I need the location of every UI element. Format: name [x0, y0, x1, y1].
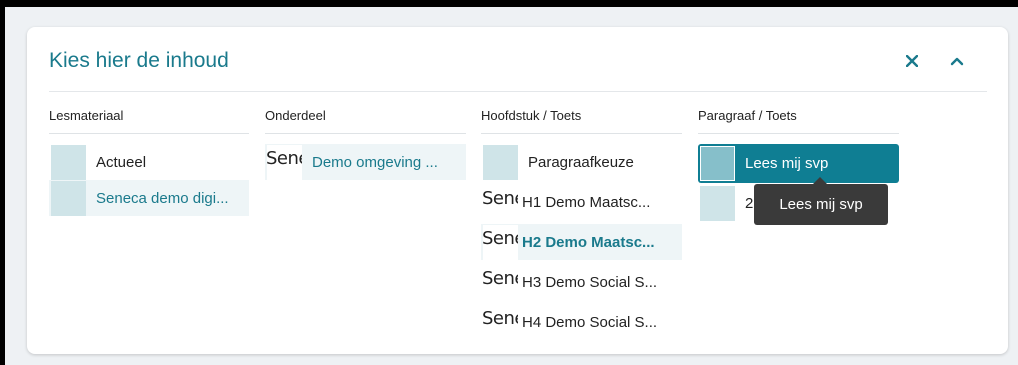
list-item[interactable]: Sene H1 Demo Maatsc... — [481, 184, 682, 220]
close-icon — [906, 55, 918, 67]
item-label: Demo omgeving ... — [312, 153, 438, 171]
item-thumbnail — [483, 144, 518, 180]
column-header: Onderdeel — [265, 107, 466, 134]
item-thumbnail — [51, 180, 86, 216]
column-onderdeel: Onderdeel Sene Demo omgeving ... — [265, 107, 466, 184]
item-thumbnail — [51, 144, 86, 180]
chevron-up-icon — [950, 57, 964, 66]
header-divider — [49, 91, 987, 92]
list-item[interactable]: Sene H4 Demo Social S... — [481, 304, 682, 340]
panel-title: Kies hier de inhoud — [49, 49, 229, 72]
column-lesmateriaal: Lesmateriaal Actueel Seneca demo digi... — [49, 107, 249, 220]
column-header: Paragraaf / Toets — [698, 107, 899, 134]
column-hoofdstuk: Hoofdstuk / Toets Paragraafkeuze Sene H1… — [481, 107, 682, 344]
item-label: H4 Demo Social S... — [522, 313, 658, 331]
seneca-logo-thumbnail: Sene — [267, 144, 302, 180]
list-item-selected[interactable]: Sene Demo omgeving ... — [265, 144, 466, 180]
list-item[interactable]: Paragraafkeuze — [481, 144, 682, 180]
item-label: H3 Demo Social S... — [522, 273, 658, 291]
seneca-logo-thumbnail: Sene — [483, 184, 518, 220]
column-header: Lesmateriaal — [49, 107, 249, 134]
item-label: Actueel — [96, 153, 147, 171]
seneca-logo-thumbnail: Sene — [483, 264, 518, 300]
item-thumbnail — [700, 185, 735, 221]
item-label: H2 Demo Maatsc... — [522, 233, 655, 251]
list-item-selected[interactable]: Sene H2 Demo Maatsc... — [481, 224, 682, 260]
item-label: Seneca demo digi... — [96, 189, 229, 207]
item-thumbnail — [700, 146, 735, 181]
tooltip: Lees mij svp — [754, 177, 888, 225]
collapse-button[interactable] — [945, 49, 969, 73]
list-item[interactable]: Actueel — [49, 144, 249, 180]
list-item-selected[interactable]: Seneca demo digi... — [49, 180, 249, 216]
list-item[interactable]: Sene H3 Demo Social S... — [481, 264, 682, 300]
item-label: H1 Demo Maatsc... — [522, 193, 651, 211]
item-label: Lees mij svp — [745, 155, 829, 172]
close-button[interactable] — [900, 49, 924, 73]
seneca-logo-thumbnail: Sene — [483, 304, 518, 340]
seneca-logo-thumbnail: Sene — [483, 224, 518, 260]
item-label: Paragraafkeuze — [528, 153, 634, 171]
list-item-active[interactable]: Lees mij svp — [698, 144, 899, 183]
column-header: Hoofdstuk / Toets — [481, 107, 682, 134]
